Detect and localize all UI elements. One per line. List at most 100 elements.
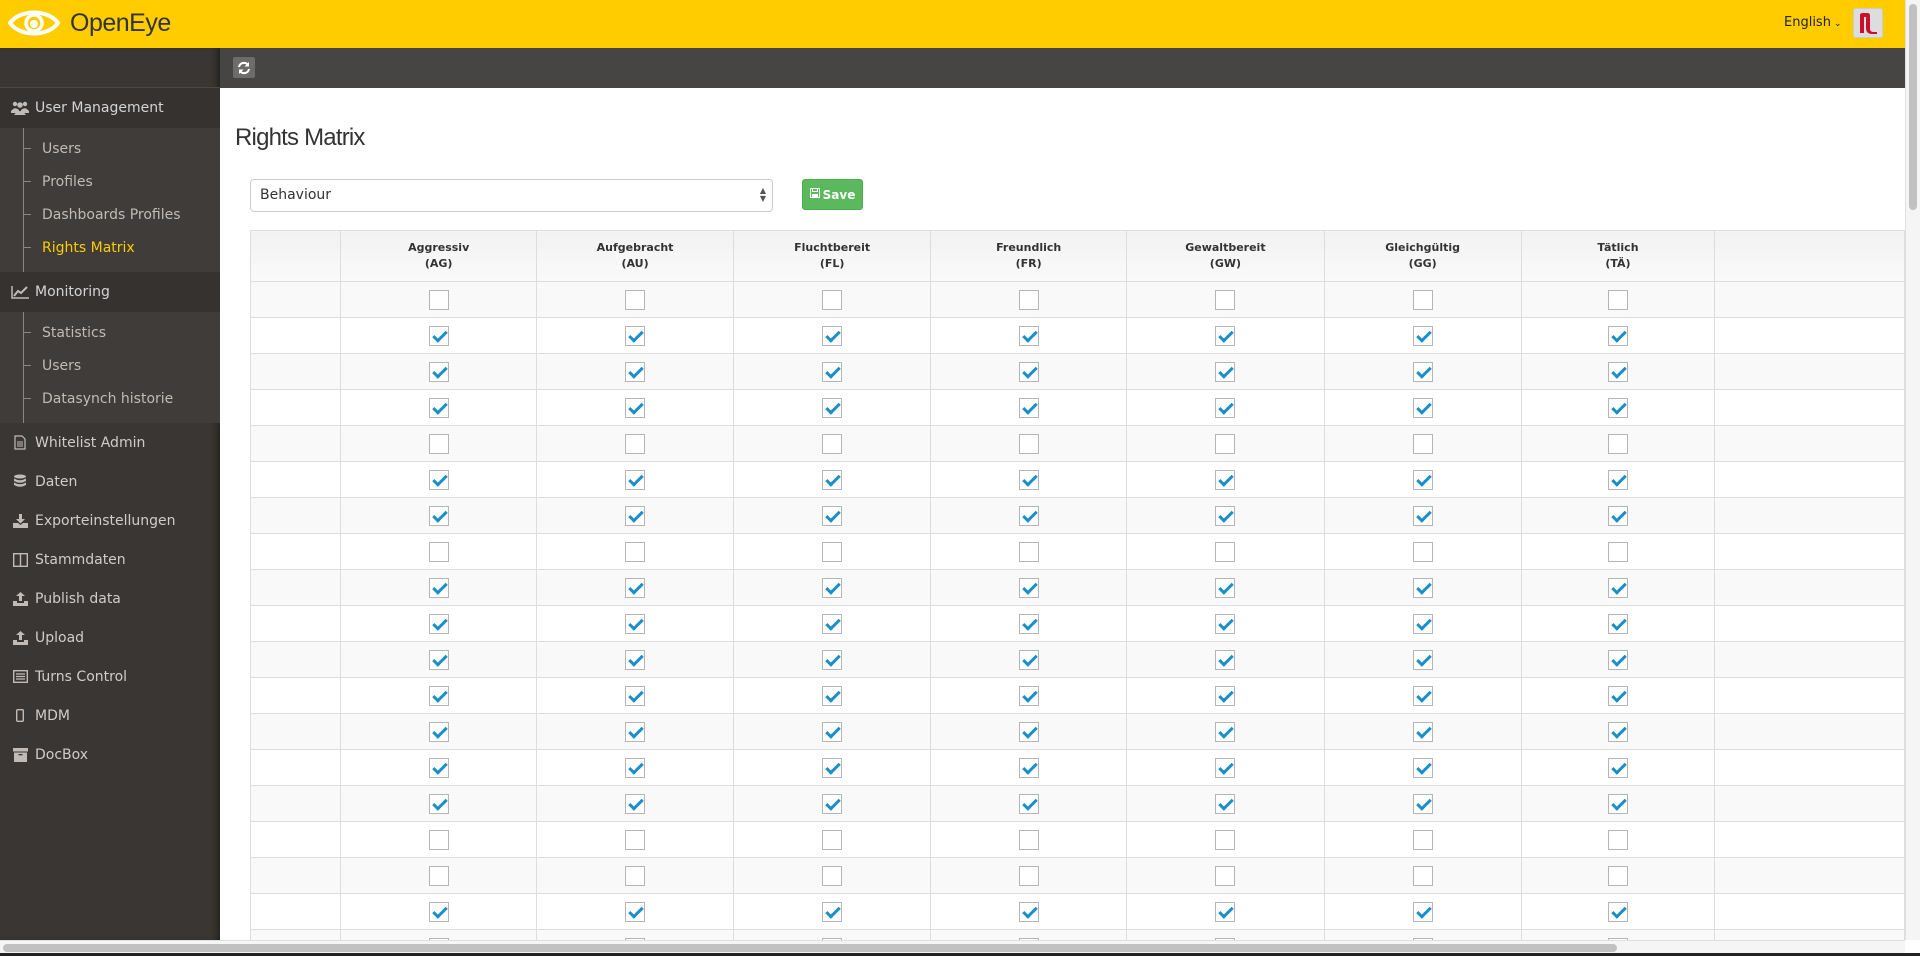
vertical-scrollbar[interactable]	[1905, 0, 1920, 940]
permission-checkbox[interactable]	[1607, 865, 1628, 886]
permission-checkbox[interactable]	[625, 901, 646, 922]
permission-checkbox[interactable]	[1607, 469, 1628, 490]
permission-checkbox[interactable]	[1607, 613, 1628, 634]
permission-checkbox[interactable]	[625, 397, 646, 418]
permission-checkbox[interactable]	[822, 541, 843, 562]
user-avatar[interactable]	[1853, 8, 1883, 38]
permission-checkbox[interactable]	[822, 325, 843, 346]
permission-checkbox[interactable]	[1215, 505, 1236, 526]
permission-checkbox[interactable]	[1412, 433, 1433, 454]
permission-checkbox[interactable]	[1215, 289, 1236, 310]
sidebar-item-rights-matrix[interactable]: Rights Matrix	[0, 231, 220, 264]
permission-checkbox[interactable]	[1607, 829, 1628, 850]
permission-checkbox[interactable]	[1412, 289, 1433, 310]
permission-checkbox[interactable]	[1018, 901, 1039, 922]
permission-checkbox[interactable]	[1215, 685, 1236, 706]
permission-checkbox[interactable]	[1215, 721, 1236, 742]
sidebar-item-stammdaten[interactable]: Stammdaten	[0, 540, 220, 579]
permission-checkbox[interactable]	[1215, 649, 1236, 670]
sidebar-item-whitelist-admin[interactable]: Whitelist Admin	[0, 423, 220, 462]
permission-checkbox[interactable]	[428, 721, 449, 742]
permission-checkbox[interactable]	[1018, 757, 1039, 778]
permission-checkbox[interactable]	[1607, 361, 1628, 382]
permission-checkbox[interactable]	[1412, 721, 1433, 742]
permission-checkbox[interactable]	[822, 865, 843, 886]
permission-checkbox[interactable]	[822, 577, 843, 598]
permission-checkbox[interactable]	[625, 361, 646, 382]
refresh-button[interactable]	[233, 57, 255, 78]
permission-checkbox[interactable]	[1412, 469, 1433, 490]
permission-checkbox[interactable]	[428, 289, 449, 310]
permission-checkbox[interactable]	[822, 721, 843, 742]
sidebar-item-statistics[interactable]: Statistics	[0, 316, 220, 349]
permission-checkbox[interactable]	[1607, 289, 1628, 310]
permission-checkbox[interactable]	[1215, 757, 1236, 778]
permission-checkbox[interactable]	[1215, 901, 1236, 922]
permission-checkbox[interactable]	[1412, 505, 1433, 526]
sidebar-item-exporteinstellungen[interactable]: Exporteinstellungen	[0, 501, 220, 540]
permission-checkbox[interactable]	[822, 793, 843, 814]
permission-checkbox[interactable]	[428, 649, 449, 670]
sidebar-item-monitoring-users[interactable]: Users	[0, 349, 220, 382]
permission-checkbox[interactable]	[822, 469, 843, 490]
permission-checkbox[interactable]	[1018, 505, 1039, 526]
permission-checkbox[interactable]	[1607, 721, 1628, 742]
permission-checkbox[interactable]	[1607, 541, 1628, 562]
permission-checkbox[interactable]	[1018, 613, 1039, 634]
permission-checkbox[interactable]	[1412, 541, 1433, 562]
sidebar-item-profiles[interactable]: Profiles	[0, 165, 220, 198]
permission-checkbox[interactable]	[1412, 397, 1433, 418]
permission-checkbox[interactable]	[1607, 577, 1628, 598]
permission-checkbox[interactable]	[625, 433, 646, 454]
sidebar-item-mdm[interactable]: MDM	[0, 696, 220, 735]
permission-checkbox[interactable]	[1018, 325, 1039, 346]
permission-checkbox[interactable]	[1018, 721, 1039, 742]
permission-checkbox[interactable]	[1018, 541, 1039, 562]
permission-checkbox[interactable]	[625, 613, 646, 634]
permission-checkbox[interactable]	[1215, 433, 1236, 454]
sidebar-section-user-management[interactable]: User Management	[0, 88, 220, 128]
vertical-scrollbar-thumb[interactable]	[1909, 4, 1917, 210]
permission-checkbox[interactable]	[822, 361, 843, 382]
permission-checkbox[interactable]	[625, 757, 646, 778]
sidebar-item-turns-control[interactable]: Turns Control	[0, 657, 220, 696]
sidebar-item-daten[interactable]: Daten	[0, 462, 220, 501]
permission-checkbox[interactable]	[428, 685, 449, 706]
sidebar-item-users[interactable]: Users	[0, 132, 220, 165]
permission-checkbox[interactable]	[1412, 649, 1433, 670]
permission-checkbox[interactable]	[1215, 613, 1236, 634]
permission-checkbox[interactable]	[428, 541, 449, 562]
permission-checkbox[interactable]	[428, 613, 449, 634]
permission-checkbox[interactable]	[1215, 793, 1236, 814]
permission-checkbox[interactable]	[1412, 829, 1433, 850]
permission-checkbox[interactable]	[1412, 325, 1433, 346]
permission-checkbox[interactable]	[1412, 685, 1433, 706]
permission-checkbox[interactable]	[428, 577, 449, 598]
permission-checkbox[interactable]	[822, 289, 843, 310]
permission-checkbox[interactable]	[428, 793, 449, 814]
logo[interactable]: OpenEye	[8, 5, 171, 41]
permission-checkbox[interactable]	[625, 649, 646, 670]
permission-checkbox[interactable]	[625, 325, 646, 346]
permission-checkbox[interactable]	[625, 469, 646, 490]
permission-checkbox[interactable]	[1215, 361, 1236, 382]
permission-checkbox[interactable]	[428, 433, 449, 454]
permission-checkbox[interactable]	[1412, 577, 1433, 598]
permission-checkbox[interactable]	[1607, 505, 1628, 526]
permission-checkbox[interactable]	[1607, 649, 1628, 670]
permission-checkbox[interactable]	[1215, 577, 1236, 598]
permission-checkbox[interactable]	[1018, 433, 1039, 454]
permission-checkbox[interactable]	[1215, 325, 1236, 346]
save-button[interactable]: Save	[802, 179, 863, 210]
permission-checkbox[interactable]	[822, 505, 843, 526]
permission-checkbox[interactable]	[822, 613, 843, 634]
permission-checkbox[interactable]	[1412, 613, 1433, 634]
permission-checkbox[interactable]	[428, 361, 449, 382]
permission-checkbox[interactable]	[428, 397, 449, 418]
horizontal-scrollbar-thumb[interactable]	[3, 944, 1617, 952]
permission-checkbox[interactable]	[1412, 757, 1433, 778]
permission-checkbox[interactable]	[428, 829, 449, 850]
permission-checkbox[interactable]	[625, 289, 646, 310]
permission-checkbox[interactable]	[1412, 901, 1433, 922]
permission-checkbox[interactable]	[428, 901, 449, 922]
